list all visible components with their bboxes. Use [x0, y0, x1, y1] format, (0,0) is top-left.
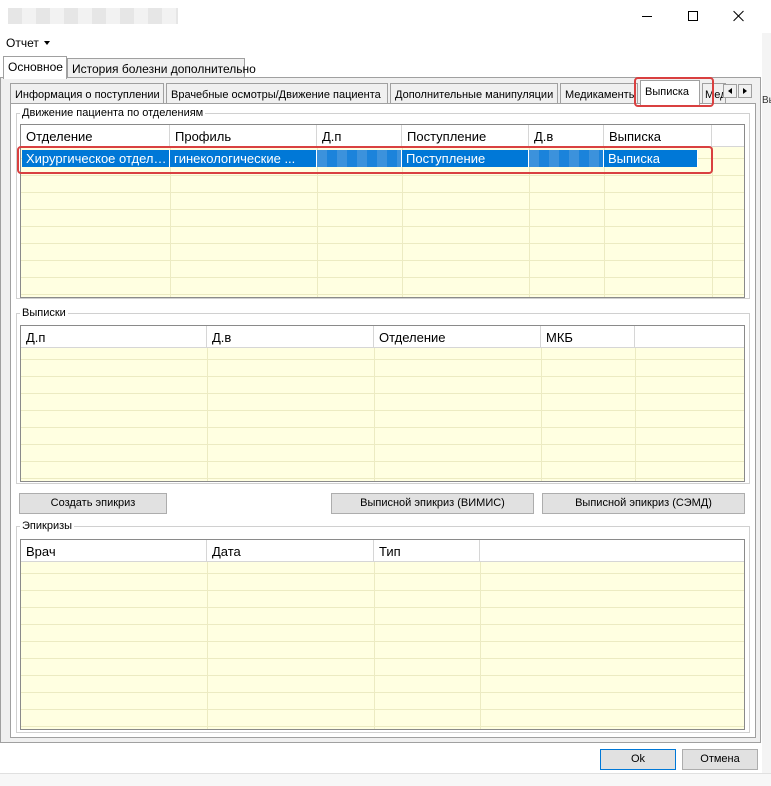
movement-group-label: Движение пациента по отделениям: [20, 106, 206, 120]
maximize-button[interactable]: [670, 0, 716, 32]
menu-bar: Отчет: [0, 33, 771, 53]
background-window-bottom: [0, 773, 771, 786]
ok-button[interactable]: Ok: [600, 749, 676, 770]
column-header[interactable]: МКБ: [541, 326, 635, 348]
tab-history-extra[interactable]: История болезни дополнительно: [67, 58, 256, 78]
background-window-edge: Вы: [762, 33, 771, 786]
cell-admission-date-redacted: [317, 150, 402, 167]
cell-admission: Поступление: [402, 150, 529, 167]
chevron-down-icon: [43, 41, 50, 45]
tab-main-label: Основное: [8, 60, 63, 74]
column-header[interactable]: Поступление: [402, 125, 529, 147]
tab-main[interactable]: Основное: [3, 56, 67, 79]
maximize-icon: [688, 11, 698, 21]
inner-tab-strip: Информация о поступлении Врачебные осмот…: [10, 80, 760, 105]
discharges-group-label: Выписки: [20, 306, 68, 320]
tab-extra-manipulations[interactable]: Дополнительные манипуляции: [390, 83, 558, 104]
tab-history-extra-label: История болезни дополнительно: [72, 62, 256, 76]
chevron-left-icon: [728, 88, 732, 94]
epicrises-group-label: Эпикризы: [20, 519, 75, 533]
window-title-redacted: [8, 8, 178, 24]
background-tab-fragment: Вы: [762, 95, 771, 106]
close-icon: [733, 10, 745, 22]
tab-doctor-exams[interactable]: Врачебные осмотры/Движение пациента: [166, 83, 388, 104]
tab-admission-info-label: Информация о поступлении: [15, 89, 160, 101]
movement-grid[interactable]: Отделение Профиль Д.п Поступление Д.в Вы…: [20, 124, 745, 298]
column-header[interactable]: Отделение: [374, 326, 541, 348]
tab-medications-label: Медикаменты: [565, 89, 637, 101]
column-header-empty: [712, 125, 744, 147]
column-header[interactable]: Врач: [21, 540, 207, 562]
tab-discharge[interactable]: Выписка: [640, 80, 700, 105]
column-header[interactable]: Д.в: [529, 125, 604, 147]
chevron-right-icon: [743, 88, 747, 94]
column-header[interactable]: Выписка: [604, 125, 712, 147]
movement-grid-header: Отделение Профиль Д.п Поступление Д.в Вы…: [21, 125, 744, 147]
tab-medications[interactable]: Медикаменты: [560, 83, 638, 104]
minimize-icon: [642, 15, 652, 17]
column-header-empty: [635, 326, 744, 348]
outer-tab-strip: Основное История болезни дополнительно: [0, 56, 771, 79]
column-header[interactable]: Профиль: [170, 125, 317, 147]
tab-admission-info[interactable]: Информация о поступлении: [10, 83, 164, 104]
epicrises-grid[interactable]: Врач Дата Тип: [20, 539, 745, 730]
discharges-grid[interactable]: Д.п Д.в Отделение МКБ: [20, 325, 745, 482]
column-header[interactable]: Тип: [374, 540, 480, 562]
report-menu[interactable]: Отчет: [6, 36, 50, 50]
cell-discharge-date-redacted: [529, 150, 604, 167]
cell-department: Хирургическое отделение: [22, 150, 170, 167]
column-header[interactable]: Д.п: [21, 326, 207, 348]
column-header-empty: [480, 540, 744, 562]
close-button[interactable]: [716, 0, 762, 32]
cell-profile: гинекологические ...: [170, 150, 317, 167]
epicrisis-vimis-button[interactable]: Выписной эпикриз (ВИМИС): [331, 493, 534, 514]
discharges-grid-header: Д.п Д.в Отделение МКБ: [21, 326, 744, 348]
tab-discharge-label: Выписка: [645, 86, 690, 98]
column-header[interactable]: Д.в: [207, 326, 374, 348]
create-epicrisis-button[interactable]: Создать эпикриз: [19, 493, 167, 514]
epicrisis-semd-button[interactable]: Выписной эпикриз (СЭМД): [542, 493, 745, 514]
cancel-button[interactable]: Отмена: [682, 749, 758, 770]
column-header[interactable]: Дата: [207, 540, 374, 562]
column-header[interactable]: Д.п: [317, 125, 402, 147]
tab-doctor-exams-label: Врачебные осмотры/Движение пациента: [171, 89, 381, 101]
tab-scroll-left[interactable]: [723, 84, 737, 98]
report-menu-label: Отчет: [6, 36, 39, 50]
table-row[interactable]: Хирургическое отделение гинекологические…: [22, 150, 698, 167]
title-bar: [0, 0, 771, 32]
tab-scroll-right[interactable]: [738, 84, 752, 98]
minimize-button[interactable]: [624, 0, 670, 32]
cell-discharge: Выписка: [604, 150, 698, 167]
tab-extra-manipulations-label: Дополнительные манипуляции: [395, 89, 554, 101]
column-header[interactable]: Отделение: [21, 125, 170, 147]
epicrises-grid-header: Врач Дата Тип: [21, 540, 744, 562]
